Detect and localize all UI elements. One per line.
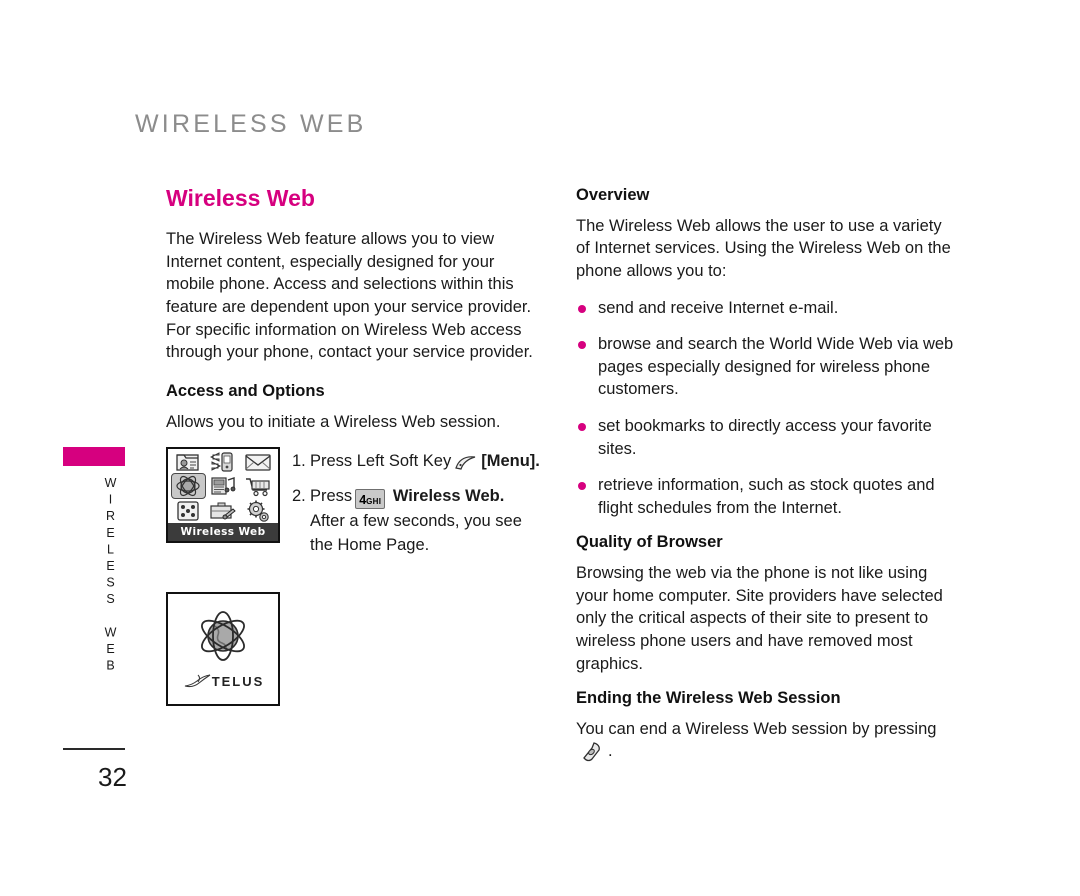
step-2-number: 2.	[292, 487, 306, 506]
page-number: 32	[98, 762, 127, 792]
access-and-options-heading: Access and Options	[166, 381, 325, 400]
telus-brand-text: TELUS	[211, 673, 265, 689]
step-1-body: Press Left Soft Key [Menu].	[310, 449, 542, 478]
section-title: Wireless Web	[166, 185, 315, 211]
phone-icon-grid	[168, 449, 278, 523]
telus-wordmark: TELUS	[182, 672, 265, 690]
games-dice-icon	[171, 499, 206, 523]
left-soft-key-icon	[454, 454, 478, 478]
shopping-cart-icon	[240, 473, 275, 499]
page-number-rule	[63, 748, 125, 750]
bluetooth-sync-icon	[206, 451, 241, 473]
quality-of-browser-text: Browsing the web via the phone is not li…	[576, 564, 943, 673]
step-2-body: Press 4GHI Wireless Web. After a few secon…	[310, 484, 542, 557]
quality-of-browser-heading: Quality of Browser	[576, 533, 723, 552]
steps-and-screenshot: Wireless Web 1. Press Left Soft Key [Menu…	[166, 447, 540, 567]
ending-session-prefix: You can end a Wireless Web session by pr…	[576, 719, 937, 738]
margin-chapter-tab	[63, 447, 125, 466]
left-column: Wireless Web The Wireless Web feature al…	[166, 185, 540, 567]
settings-gear-icon	[240, 499, 275, 523]
overview-text: The Wireless Web allows the user to use …	[576, 216, 951, 280]
list-item: set bookmarks to directly access your fa…	[576, 415, 956, 460]
step-1-suffix: [Menu].	[481, 452, 540, 471]
bullet-dot-icon	[578, 482, 586, 491]
phone-screen-label: Wireless Web	[168, 523, 278, 542]
page-title: WIRELESS WEB	[135, 110, 367, 138]
step-2: 2. Press 4GHI Wireless Web. After a few se…	[292, 484, 542, 557]
intro-paragraph: The Wireless Web feature allows you to v…	[166, 230, 533, 362]
messaging-icon	[240, 451, 275, 473]
ending-session-heading: Ending the Wireless Web Session	[576, 689, 841, 708]
end-call-key-icon	[580, 741, 604, 770]
margin-chapter-label: WIRELESS WEB	[103, 476, 118, 676]
bullet-dot-icon	[578, 422, 586, 431]
bullet-text: browse and search the World Wide Web via…	[598, 335, 954, 399]
list-item: retrieve information, such as stock quot…	[576, 474, 956, 519]
step-1: 1. Press Left Soft Key [Menu].	[292, 449, 542, 478]
ending-session-suffix: .	[608, 742, 613, 761]
telus-globe-icon	[201, 611, 245, 661]
contacts-icon	[171, 451, 206, 473]
step-1-number: 1.	[292, 452, 306, 471]
ending-session-text: You can end a Wireless Web session by pr…	[576, 718, 956, 770]
bullet-text: set bookmarks to directly access your fa…	[598, 416, 932, 458]
globe-web-icon	[171, 473, 206, 500]
tools-icon	[206, 499, 241, 523]
telus-swoosh-icon	[184, 674, 210, 688]
step-2-sub: After a few seconds, you see the Home Pa…	[310, 511, 522, 554]
bullet-text: retrieve information, such as stock quot…	[598, 476, 935, 517]
phone-menu-screenshot: Wireless Web	[166, 447, 280, 544]
list-item: browse and search the World Wide Web via…	[576, 333, 956, 401]
key-4-letters: GHI	[366, 497, 382, 507]
access-and-options-text: Allows you to initiate a Wireless Web se…	[166, 412, 501, 431]
right-column: Overview The Wireless Web allows the use…	[576, 186, 956, 788]
telus-splash-screenshot: TELUS	[166, 592, 280, 706]
step-2-suffix: Wireless Web.	[392, 487, 505, 506]
bullet-dot-icon	[578, 341, 586, 350]
bullet-dot-icon	[578, 304, 586, 313]
feature-bullet-list: send and receive Internet e-mail. browse…	[576, 297, 956, 520]
steps-list: 1. Press Left Soft Key [Menu]. 2. Press 4G…	[292, 449, 542, 563]
bullet-text: send and receive Internet e-mail.	[598, 298, 839, 317]
key-4-ghi: 4GHI	[355, 489, 386, 509]
step-1-prefix: Press Left Soft Key	[310, 452, 452, 471]
step-2-prefix: Press	[310, 487, 353, 506]
list-item: send and receive Internet e-mail.	[576, 297, 956, 320]
overview-heading: Overview	[576, 186, 650, 204]
media-music-icon	[206, 473, 241, 499]
